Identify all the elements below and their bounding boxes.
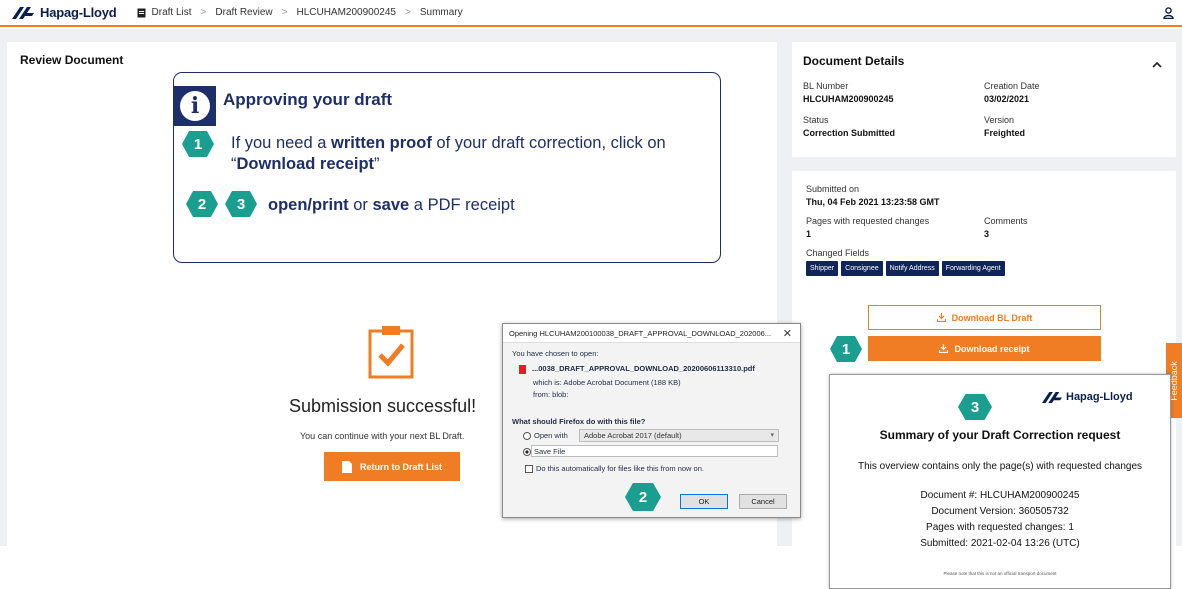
version-value: Freighted — [984, 128, 1026, 138]
receipt-overview: This overview contains only the page(s) … — [857, 461, 1143, 472]
download-bl-draft-button[interactable]: Download BL Draft — [868, 305, 1101, 330]
success-subtitle: You can continue with your next BL Draft… — [300, 431, 465, 441]
radio-selected-icon — [523, 448, 531, 457]
breadcrumb-separator-icon: > — [200, 7, 207, 18]
pages-changed-label: Pages with requested changes — [806, 216, 930, 226]
chevron-up-icon[interactable] — [1152, 55, 1162, 73]
callout-title: Approving your draft — [223, 90, 393, 109]
user-icon[interactable] — [1163, 6, 1174, 24]
return-to-draft-list-button[interactable]: Return to Draft List — [324, 452, 460, 481]
breadcrumb-separator-icon: > — [281, 7, 288, 18]
info-icon: i — [180, 91, 210, 121]
pdf-icon — [519, 364, 526, 374]
auto-action-checkbox[interactable]: Do this automatically for files like thi… — [525, 464, 704, 474]
breadcrumb-summary: Summary — [419, 7, 463, 18]
submitted-on-value: Thu, 04 Feb 2021 13:23:58 GMT — [806, 197, 940, 207]
download-icon — [939, 344, 949, 353]
status-value: Correction Submitted — [803, 128, 896, 138]
breadcrumb-draft-list[interactable]: Draft List — [152, 7, 192, 18]
breadcrumb-separator-icon: > — [405, 7, 411, 18]
breadcrumb-bl-number[interactable]: HLCUHAM200900245 — [296, 7, 396, 18]
chip-shipper: Shipper — [806, 261, 839, 276]
ok-button[interactable]: OK — [680, 494, 728, 509]
open-with-radio[interactable]: Open with — [523, 431, 568, 441]
dialog-file-type: which is: Adobe Acrobat Document (188 KB… — [533, 378, 681, 387]
download-icon — [936, 313, 946, 322]
step-2-3-instruction: open/print or save a PDF receipt — [268, 196, 515, 214]
receipt-title: Summary of your Draft Correction request — [879, 428, 1121, 442]
changed-fields-label: Changed Fields — [806, 248, 870, 258]
creation-date-label: Creation Date — [984, 81, 1040, 91]
comments-value: 3 — [984, 229, 990, 239]
comments-label: Comments — [984, 216, 1028, 226]
chip-consignee: Consignee — [841, 261, 883, 276]
dialog-filename: ...0038_DRAFT_APPROVAL_DOWNLOAD_20200606… — [519, 364, 755, 374]
bl-number-value: HLCUHAM200900245 — [803, 94, 894, 104]
dialog-question: What should Firefox do with this file? — [512, 417, 646, 426]
receipt-note: Please note that this is not an official… — [943, 571, 1057, 576]
breadcrumb: Draft List > Draft Review > HLCUHAM20090… — [137, 7, 463, 18]
version-label: Version — [984, 115, 1015, 125]
receipt-pages: Pages with requested changes: 1 — [926, 522, 1074, 533]
receipt-preview — [829, 374, 1171, 589]
radio-icon — [523, 432, 531, 441]
brand-name: Hapag-Lloyd — [40, 5, 117, 20]
top-navigation-bar: Hapag-Lloyd Draft List > Draft Review > … — [0, 0, 1182, 27]
document-details-title: Document Details — [803, 54, 905, 68]
receipt-submitted: Submitted: 2021-02-04 13:26 (UTC) — [920, 538, 1080, 549]
dialog-title: Opening HLCUHAM200100038_DRAFT_APPROVAL_… — [503, 324, 800, 343]
file-icon — [342, 460, 352, 473]
document-icon — [137, 8, 146, 18]
open-with-select[interactable]: Adobe Acrobat 2017 (default) ▾ — [579, 429, 779, 442]
close-icon[interactable]: ✕ — [783, 327, 792, 340]
receipt-document-number: Document #: HLCUHAM200900245 — [920, 490, 1080, 501]
cancel-button[interactable]: Cancel — [739, 494, 787, 509]
bl-number-label: BL Number — [803, 81, 849, 91]
pages-changed-value: 1 — [806, 229, 812, 239]
chip-forwarding-agent: Forwarding Agent — [941, 261, 1005, 276]
changed-fields-chips: Shipper Consignee Notify Address Forward… — [806, 261, 1005, 276]
status-label: Status — [803, 115, 829, 125]
chevron-down-icon: ▾ — [770, 432, 774, 439]
creation-date-value: 03/02/2021 — [984, 94, 1030, 104]
review-document-title: Review Document — [20, 53, 124, 67]
clipboard-check-icon — [367, 325, 415, 384]
hapag-lloyd-logo-icon — [12, 6, 34, 19]
chip-notify-address: Notify Address — [885, 261, 939, 276]
hapag-lloyd-logo-icon — [1042, 391, 1062, 403]
info-badge: i — [174, 86, 216, 126]
receipt-logo: Hapag-Lloyd — [1042, 391, 1133, 403]
save-file-field — [531, 445, 778, 457]
step-1-instruction: If you need a written proof of your draf… — [231, 134, 666, 173]
download-receipt-button[interactable]: Download receipt — [868, 336, 1101, 361]
breadcrumb-draft-review[interactable]: Draft Review — [215, 7, 272, 18]
dialog-chosen-label: You have chosen to open: — [512, 349, 599, 358]
checkbox-icon — [525, 465, 533, 474]
receipt-document-version: Document Version: 360505732 — [931, 506, 1069, 517]
brand-logo[interactable]: Hapag-Lloyd — [12, 5, 117, 20]
success-title: Submission successful! — [289, 396, 477, 416]
dialog-file-source: from: blob: — [533, 390, 569, 399]
save-file-radio[interactable]: Save File — [523, 447, 565, 457]
submitted-on-label: Submitted on — [806, 184, 860, 194]
